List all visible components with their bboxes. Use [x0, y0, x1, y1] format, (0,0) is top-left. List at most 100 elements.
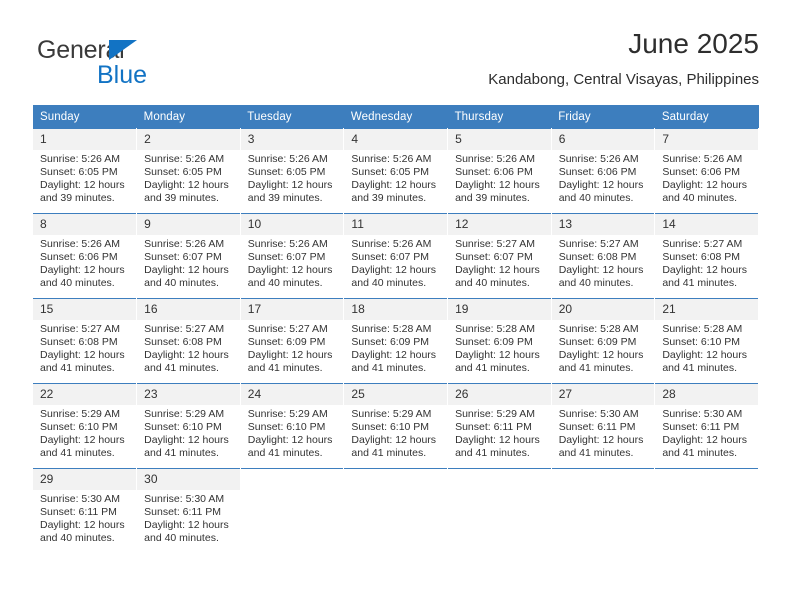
logo-triangle-icon: [109, 40, 137, 60]
sunrise-time: Sunrise: 5:27 AM: [144, 323, 225, 335]
calendar-day-cell[interactable]: 23 Sunrise: 5:29 AM Sunset: 6:10 PM Dayligh…: [136, 383, 241, 469]
daylight-duration-line2: and 40 minutes.: [247, 277, 323, 290]
calendar-day-cell[interactable]: 12 Sunrise: 5:27 AM Sunset: 6:07 PM Dayligh…: [447, 213, 552, 299]
sunrise-time: Sunrise: 5:27 AM: [662, 238, 743, 250]
day-number: 22: [33, 384, 137, 405]
weekday-header-tuesday: Tuesday: [240, 105, 344, 129]
daylight-duration-line1: Daylight: 12 hours: [144, 179, 229, 192]
calendar-day-cell[interactable]: 26 Sunrise: 5:29 AM Sunset: 6:11 PM Dayligh…: [447, 383, 552, 469]
location-subtitle: Kandabong, Central Visayas, Philippines: [488, 71, 759, 88]
weekday-header-thursday: Thursday: [447, 105, 552, 129]
daylight-duration-line2: and 41 minutes.: [247, 362, 323, 375]
day-sun-info: Sunrise: 5:28 AM Sunset: 6:09 PM Daylight:…: [344, 320, 447, 375]
day-number: 15: [33, 299, 137, 320]
daylight-duration-line2: and 40 minutes.: [40, 532, 115, 545]
daylight-duration-line2: and 41 minutes.: [351, 447, 427, 460]
daylight-duration-line1: Daylight: 12 hours: [558, 434, 644, 447]
calendar-day-cell[interactable]: 16 Sunrise: 5:27 AM Sunset: 6:08 PM Dayligh…: [136, 298, 241, 384]
daylight-duration-line1: Daylight: 12 hours: [455, 349, 540, 362]
daylight-duration-line1: Daylight: 12 hours: [662, 349, 747, 362]
sunset-time: Sunset: 6:08 PM: [558, 251, 637, 264]
calendar-day-cell[interactable]: 24 Sunrise: 5:29 AM Sunset: 6:10 PM Dayligh…: [240, 383, 345, 469]
calendar-day-cell[interactable]: 11 Sunrise: 5:26 AM Sunset: 6:07 PM Dayligh…: [343, 213, 449, 299]
day-sun-info: Sunrise: 5:29 AM Sunset: 6:10 PM Daylight:…: [33, 405, 136, 460]
sunset-time: Sunset: 6:07 PM: [144, 251, 222, 264]
calendar-day-cell[interactable]: 9 Sunrise: 5:26 AM Sunset: 6:07 PM Daylight…: [136, 213, 241, 299]
daylight-duration-line2: and 41 minutes.: [351, 362, 427, 375]
day-number: 17: [240, 299, 344, 320]
day-sun-info: Sunrise: 5:26 AM Sunset: 6:06 PM Daylight:…: [552, 150, 655, 205]
calendar-day-cell[interactable]: 22 Sunrise: 5:29 AM Sunset: 6:10 PM Dayligh…: [33, 383, 138, 469]
sunrise-time: Sunrise: 5:30 AM: [662, 408, 743, 420]
day-number: 1: [33, 129, 137, 150]
calendar-week-row: 29 Sunrise: 5:30 AM Sunset: 6:11 PM Dayligh…: [33, 468, 759, 553]
sunrise-sunset-calendar: Sunday Monday Tuesday Wednesday Thursday…: [33, 105, 759, 553]
calendar-week-row: 1 Sunrise: 5:26 AM Sunset: 6:05 PM Daylight…: [33, 128, 759, 214]
calendar-day-cell[interactable]: 14 Sunrise: 5:27 AM Sunset: 6:08 PM Dayligh…: [654, 213, 759, 299]
calendar-day-cell[interactable]: 7 Sunrise: 5:26 AM Sunset: 6:06 PM Daylight…: [654, 128, 759, 214]
calendar-day-cell[interactable]: 19 Sunrise: 5:28 AM Sunset: 6:09 PM Dayligh…: [447, 298, 552, 384]
calendar-day-cell[interactable]: 28 Sunrise: 5:30 AM Sunset: 6:11 PM Dayligh…: [654, 383, 759, 469]
calendar-day-cell[interactable]: 25 Sunrise: 5:29 AM Sunset: 6:10 PM Dayligh…: [343, 383, 449, 469]
daylight-duration-line2: and 39 minutes.: [144, 192, 219, 205]
daylight-duration-line2: and 41 minutes.: [662, 447, 738, 460]
calendar-day-cell[interactable]: 13 Sunrise: 5:27 AM Sunset: 6:08 PM Dayligh…: [551, 213, 656, 299]
day-sun-info: Sunrise: 5:30 AM Sunset: 6:11 PM Daylight:…: [137, 490, 240, 545]
sunset-time: Sunset: 6:07 PM: [351, 251, 430, 264]
daylight-duration-line2: and 39 minutes.: [247, 192, 323, 205]
calendar-week-row: 15 Sunrise: 5:27 AM Sunset: 6:08 PM Dayligh…: [33, 298, 759, 384]
calendar-day-cell[interactable]: 6 Sunrise: 5:26 AM Sunset: 6:06 PM Daylight…: [551, 128, 656, 214]
day-number: 24: [240, 384, 344, 405]
weekday-header-friday: Friday: [551, 105, 655, 129]
calendar-day-cell[interactable]: 4 Sunrise: 5:26 AM Sunset: 6:05 PM Daylight…: [343, 128, 449, 214]
calendar-day-cell[interactable]: 2 Sunrise: 5:26 AM Sunset: 6:05 PM Daylight…: [136, 128, 241, 214]
calendar-day-cell[interactable]: 20 Sunrise: 5:28 AM Sunset: 6:09 PM Dayligh…: [551, 298, 656, 384]
calendar-day-cell[interactable]: 30 Sunrise: 5:30 AM Sunset: 6:11 PM Dayligh…: [136, 468, 241, 553]
day-sun-info: Sunrise: 5:26 AM Sunset: 6:07 PM Daylight:…: [241, 235, 344, 290]
page-header: General Blue June 2025 Kandabong, Centra…: [33, 24, 759, 96]
sunrise-time: Sunrise: 5:27 AM: [455, 238, 536, 250]
sunset-time: Sunset: 6:09 PM: [247, 336, 326, 349]
calendar-day-cell[interactable]: 17 Sunrise: 5:27 AM Sunset: 6:09 PM Dayligh…: [240, 298, 345, 384]
daylight-duration-line2: and 40 minutes.: [351, 277, 427, 290]
day-number: 2: [137, 129, 240, 150]
sunrise-time: Sunrise: 5:26 AM: [662, 153, 743, 165]
calendar-day-cell[interactable]: 5 Sunrise: 5:26 AM Sunset: 6:06 PM Daylight…: [447, 128, 552, 214]
day-sun-info: Sunrise: 5:27 AM Sunset: 6:09 PM Daylight:…: [241, 320, 344, 375]
sunset-time: Sunset: 6:08 PM: [40, 336, 118, 349]
calendar-day-cell[interactable]: 1 Sunrise: 5:26 AM Sunset: 6:05 PM Daylight…: [33, 128, 138, 214]
daylight-duration-line1: Daylight: 12 hours: [351, 264, 437, 277]
daylight-duration-line2: and 39 minutes.: [40, 192, 115, 205]
day-sun-info: Sunrise: 5:27 AM Sunset: 6:08 PM Daylight:…: [137, 320, 240, 375]
day-number: 19: [448, 299, 551, 320]
calendar-day-cell[interactable]: 18 Sunrise: 5:28 AM Sunset: 6:09 PM Dayligh…: [343, 298, 449, 384]
daylight-duration-line2: and 40 minutes.: [662, 192, 738, 205]
daylight-duration-line2: and 41 minutes.: [40, 362, 115, 375]
daylight-duration-line2: and 40 minutes.: [558, 277, 634, 290]
calendar-day-cell[interactable]: 27 Sunrise: 5:30 AM Sunset: 6:11 PM Dayligh…: [551, 383, 656, 469]
day-number: 29: [33, 469, 137, 490]
sunset-time: Sunset: 6:07 PM: [455, 251, 533, 264]
calendar-day-cell[interactable]: 8 Sunrise: 5:26 AM Sunset: 6:06 PM Daylight…: [33, 213, 138, 299]
daylight-duration-line1: Daylight: 12 hours: [144, 434, 229, 447]
day-sun-info: Sunrise: 5:29 AM Sunset: 6:10 PM Daylight:…: [344, 405, 447, 460]
day-sun-info: Sunrise: 5:26 AM Sunset: 6:07 PM Daylight:…: [344, 235, 447, 290]
sunset-time: Sunset: 6:10 PM: [662, 336, 740, 349]
calendar-page: General Blue June 2025 Kandabong, Centra…: [0, 0, 792, 612]
day-sun-info: Sunrise: 5:27 AM Sunset: 6:07 PM Daylight:…: [448, 235, 551, 290]
calendar-day-cell[interactable]: 10 Sunrise: 5:26 AM Sunset: 6:07 PM Dayligh…: [240, 213, 345, 299]
day-number: 27: [551, 384, 655, 405]
calendar-day-cell[interactable]: 3 Sunrise: 5:26 AM Sunset: 6:05 PM Daylight…: [240, 128, 345, 214]
day-number: 28: [655, 384, 758, 405]
day-number: 25: [344, 384, 448, 405]
calendar-day-cell[interactable]: 29 Sunrise: 5:30 AM Sunset: 6:11 PM Dayligh…: [33, 468, 138, 553]
sunrise-time: Sunrise: 5:27 AM: [40, 323, 120, 335]
day-number: 23: [137, 384, 240, 405]
day-number: 26: [448, 384, 551, 405]
daylight-duration-line2: and 39 minutes.: [351, 192, 427, 205]
calendar-day-cell[interactable]: 21 Sunrise: 5:28 AM Sunset: 6:10 PM Dayligh…: [654, 298, 759, 384]
sunrise-time: Sunrise: 5:26 AM: [558, 153, 639, 165]
calendar-day-cell[interactable]: 15 Sunrise: 5:27 AM Sunset: 6:08 PM Dayligh…: [33, 298, 138, 384]
day-sun-info: Sunrise: 5:26 AM Sunset: 6:05 PM Daylight:…: [33, 150, 136, 205]
daylight-duration-line1: Daylight: 12 hours: [351, 349, 437, 362]
